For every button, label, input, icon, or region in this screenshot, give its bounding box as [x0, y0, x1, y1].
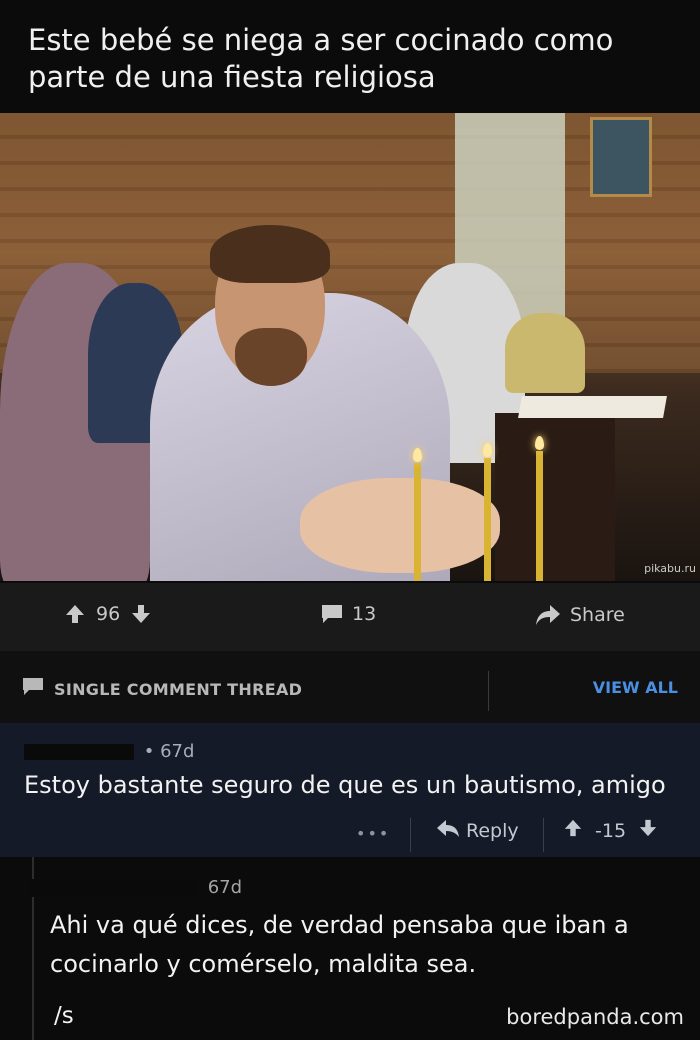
comment-icon — [320, 603, 344, 625]
comment-vote-group: -15 — [563, 818, 658, 843]
comment-age: • 67d — [143, 741, 195, 762]
comments-button[interactable]: 13 — [320, 603, 376, 625]
image-candle-3 — [536, 451, 543, 581]
post-image[interactable]: pikabu.ru — [0, 113, 700, 581]
action-separator — [543, 818, 544, 852]
image-candle-1 — [414, 463, 421, 581]
thread-bar: SINGLE COMMENT THREAD VIEW ALL — [0, 651, 700, 723]
post-title: Este bebé se niega a ser cocinado como p… — [28, 23, 614, 94]
downvote-icon[interactable] — [638, 818, 658, 843]
thread-bar-divider — [488, 671, 489, 711]
comment-score: -15 — [595, 819, 627, 842]
view-all-link[interactable]: VIEW ALL — [593, 678, 678, 697]
comment-icon — [22, 677, 44, 701]
comment-body: Estoy bastante seguro de que es un bauti… — [24, 771, 666, 799]
reply-icon — [436, 818, 460, 843]
image-candle-2 — [484, 458, 491, 581]
upvote-icon[interactable] — [563, 818, 583, 843]
reply-button[interactable]: Reply — [436, 818, 519, 843]
image-icon-frame — [590, 117, 652, 197]
image-flame-2 — [483, 443, 492, 457]
vote-group: 96 — [64, 603, 152, 625]
action-separator — [410, 818, 411, 852]
comment-highlighted: • 67d Estoy bastante seguro de que es un… — [0, 723, 700, 857]
comment-sarcasm-tag: /s — [54, 1003, 74, 1029]
image-lectern — [495, 413, 615, 581]
downvote-icon[interactable] — [130, 603, 152, 625]
comment-count: 13 — [352, 603, 377, 625]
upvote-icon[interactable] — [64, 603, 86, 625]
single-thread-label: SINGLE COMMENT THREAD — [54, 679, 303, 699]
redacted-username — [30, 879, 198, 897]
reply-label: Reply — [466, 819, 519, 842]
share-label: Share — [570, 604, 625, 626]
image-priest-hair — [210, 225, 330, 283]
single-thread-label-group: SINGLE COMMENT THREAD — [22, 677, 302, 701]
image-baby — [300, 478, 500, 573]
redacted-username — [24, 744, 134, 760]
image-flame-1 — [413, 448, 422, 462]
brand-watermark: boredpanda.com — [506, 1005, 684, 1029]
comment-reply: 67d Ahi va qué dices, de verdad pensaba … — [0, 857, 700, 1040]
post-action-bar: 96 13 Share — [0, 583, 700, 651]
comment-meta: • 67d — [24, 741, 194, 762]
share-button[interactable]: Share — [534, 603, 625, 627]
image-watermark: pikabu.ru — [644, 562, 696, 575]
upvote-count: 96 — [96, 603, 121, 625]
image-flame-3 — [535, 436, 544, 450]
more-options-icon[interactable]: ••• — [356, 824, 390, 843]
image-priest-beard — [235, 328, 307, 386]
comment-age: 67d — [207, 877, 243, 898]
image-book — [518, 396, 667, 418]
comment-meta: 67d — [30, 877, 242, 898]
image-crowd-far-right — [505, 313, 585, 393]
comment-action-bar: ••• Reply -15 — [0, 818, 700, 854]
share-icon — [534, 603, 562, 627]
comment-body: Ahi va qué dices, de verdad pensaba que … — [50, 911, 629, 978]
